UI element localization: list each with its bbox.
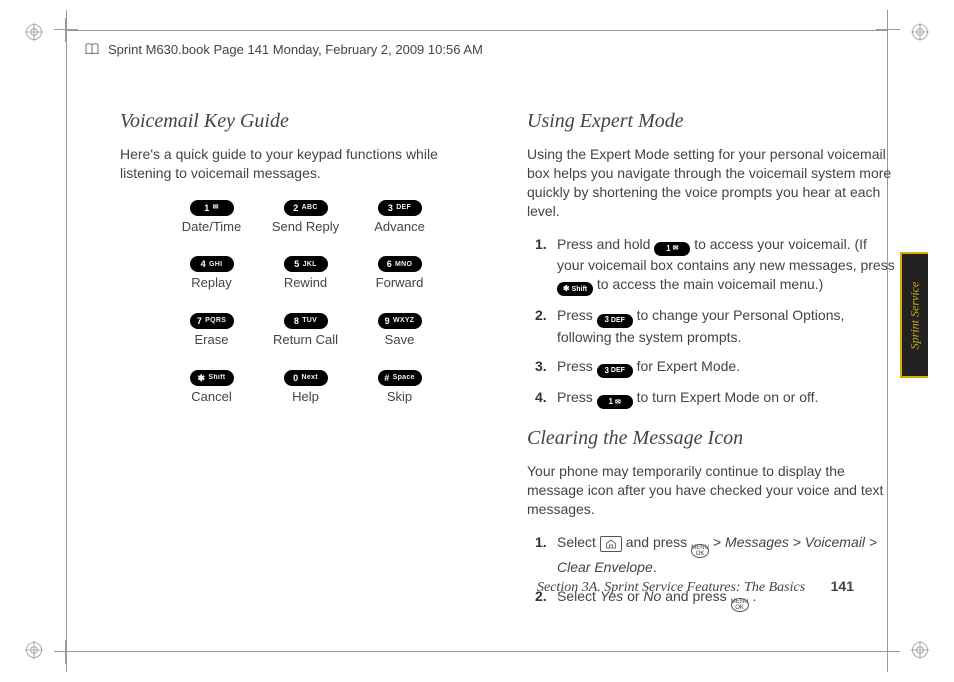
key-chip-icon: #Space [378,370,422,386]
page-footer: Section 3A. Sprint Service Features: The… [537,578,854,596]
key-label: Advance [356,218,444,236]
key-chip-icon: 4GHI [190,256,234,272]
key-6: 6MNO Forward [356,253,444,292]
registration-mark-icon [24,22,44,42]
document-header-text: Sprint M630.book Page 141 Monday, Februa… [108,42,483,57]
key-chip-icon: 0Next [284,370,328,386]
voicemail-key-guide-intro: Here's a quick guide to your keypad func… [120,145,491,183]
expert-mode-intro: Using the Expert Mode setting for your p… [527,145,898,221]
right-column: Using Expert Mode Using the Expert Mode … [527,108,898,622]
page-root: Sprint M630.book Page 141 Monday, Februa… [0,0,954,682]
crop-cross-icon [882,646,894,658]
voicemail-key-guide-title: Voicemail Key Guide [120,108,491,135]
registration-mark-icon [910,22,930,42]
step-item: Press and hold 1✉ to access your voicema… [535,235,898,297]
registration-mark-icon [910,640,930,660]
key-label: Rewind [262,274,350,292]
crop-mark [66,651,888,652]
key-hash: #Space Skip [356,367,444,406]
key-3: 3DEF Advance [356,197,444,236]
key-label: Help [262,388,350,406]
crop-cross-icon [60,24,72,36]
menu-ok-icon: MENU OK [691,544,709,558]
key-chip-icon: 5JKL [284,256,328,272]
key-star-icon: ✱Shift [557,282,593,296]
left-column: Voicemail Key Guide Here's a quick guide… [120,108,491,622]
key-2: 2ABC Send Reply [262,197,350,236]
menu-ok-icon: MENU OK [731,598,749,612]
page-number: 141 [831,578,854,594]
section-tab-label: Sprint Service [908,281,923,349]
section-tab: Sprint Service [900,252,928,378]
crop-mark [66,30,888,31]
content-area: Voicemail Key Guide Here's a quick guide… [120,108,898,612]
key-chip-icon: 6MNO [378,256,422,272]
key-1-icon: 1✉ [597,395,633,409]
book-icon [84,41,100,58]
crop-cross-icon [60,646,72,658]
key-1: 1✉ Date/Time [168,197,256,236]
key-5: 5JKL Rewind [262,253,350,292]
key-star: ✱Shift Cancel [168,367,256,406]
key-chip-icon: 7PQRS [190,313,234,329]
clear-icon-intro: Your phone may temporarily continue to d… [527,462,898,519]
expert-mode-title: Using Expert Mode [527,108,898,135]
key-0: 0Next Help [262,367,350,406]
home-icon [600,536,622,552]
key-label: Send Reply [262,218,350,236]
key-8: 8TUV Return Call [262,310,350,349]
step-item: Press 3DEF for Expert Mode. [535,357,898,378]
key-chip-icon: ✱Shift [190,370,234,386]
key-label: Erase [168,331,256,349]
key-4: 4GHI Replay [168,253,256,292]
key-label: Skip [356,388,444,406]
key-1-icon: 1✉ [654,242,690,256]
key-label: Forward [356,274,444,292]
keypad-grid: 1✉ Date/Time 2ABC Send Reply 3DEF Advanc… [120,197,491,406]
key-7: 7PQRS Erase [168,310,256,349]
key-label: Save [356,331,444,349]
key-chip-icon: 9WXYZ [378,313,422,329]
footer-section-label: Section 3A. Sprint Service Features: The… [537,580,805,595]
document-header: Sprint M630.book Page 141 Monday, Februa… [84,36,491,62]
key-label: Replay [168,274,256,292]
clear-icon-title: Clearing the Message Icon [527,425,898,452]
key-label: Cancel [168,388,256,406]
key-chip-icon: 3DEF [378,200,422,216]
key-label: Date/Time [168,218,256,236]
step-item: Press 3DEF to change your Personal Optio… [535,306,898,346]
expert-mode-steps: Press and hold 1✉ to access your voicema… [535,235,898,410]
step-item: Select and press MENU OK > Messages > Vo… [535,533,898,577]
key-chip-icon: 2ABC [284,200,328,216]
step-item: Press 1✉ to turn Expert Mode on or off. [535,388,898,409]
key-3-icon: 3DEF [597,314,633,328]
registration-mark-icon [24,640,44,660]
key-3-icon: 3DEF [597,364,633,378]
key-9: 9WXYZ Save [356,310,444,349]
clear-icon-steps: Select and press MENU OK > Messages > Vo… [535,533,898,612]
crop-cross-icon [882,24,894,36]
key-chip-icon: 8TUV [284,313,328,329]
crop-mark [66,10,67,672]
key-chip-icon: 1✉ [190,200,234,216]
key-label: Return Call [262,331,350,349]
